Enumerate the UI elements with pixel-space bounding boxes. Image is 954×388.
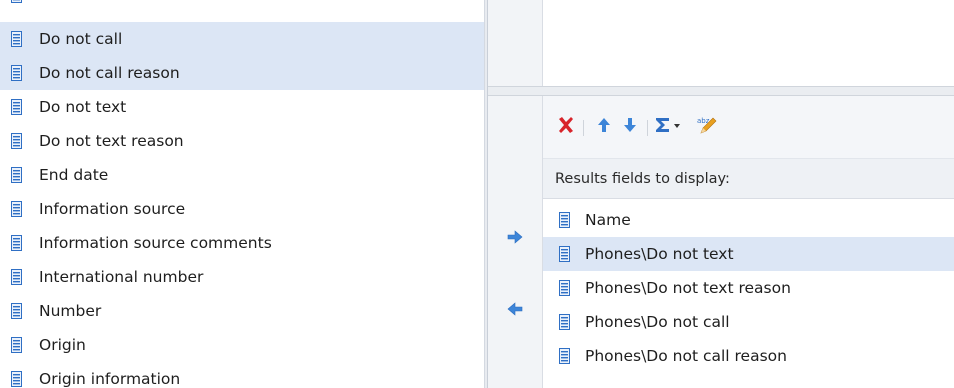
sigma-dropdown-icon bbox=[654, 116, 686, 138]
result-list-item[interactable]: Phones\Do not call reason bbox=[543, 339, 954, 373]
filter-pane bbox=[488, 0, 954, 86]
list-item-label: Information source comments bbox=[39, 234, 272, 252]
results-toolbar: abz bbox=[543, 96, 954, 159]
arrow-right-icon bbox=[507, 230, 523, 248]
result-list-item[interactable]: Phones\Do not text reason bbox=[543, 271, 954, 305]
field-icon bbox=[11, 235, 22, 251]
list-item[interactable]: Origin bbox=[0, 328, 484, 362]
field-icon bbox=[11, 31, 22, 47]
list-item[interactable] bbox=[0, 0, 484, 12]
result-item-label: Phones\Do not call bbox=[585, 313, 730, 331]
field-icon bbox=[559, 246, 570, 262]
list-item-label: End date bbox=[39, 166, 109, 184]
field-icon bbox=[11, 371, 22, 387]
results-panel: abz Results fields to display: Name Phon… bbox=[543, 96, 954, 388]
move-down-button[interactable] bbox=[619, 116, 641, 138]
delete-x-icon bbox=[557, 116, 575, 138]
field-icon bbox=[11, 65, 22, 81]
list-item-label: Do not call reason bbox=[39, 64, 180, 82]
field-icon bbox=[559, 348, 570, 364]
field-icon bbox=[11, 133, 22, 149]
result-item-label: Phones\Do not call reason bbox=[585, 347, 787, 365]
field-icon bbox=[11, 337, 22, 353]
list-item[interactable]: Information source comments bbox=[0, 226, 484, 260]
rename-button[interactable]: abz bbox=[695, 116, 719, 138]
list-item-label: Do not call bbox=[39, 30, 123, 48]
list-item[interactable]: Do not call bbox=[0, 22, 484, 56]
list-item-label: International number bbox=[39, 268, 204, 286]
list-item-label: Origin information bbox=[39, 370, 181, 388]
transfer-gutter bbox=[488, 96, 543, 388]
field-icon bbox=[559, 280, 570, 296]
field-icon bbox=[11, 303, 22, 319]
abc-pencil-rename-icon: abz bbox=[696, 115, 718, 139]
delete-button[interactable] bbox=[555, 116, 577, 138]
available-fields-list[interactable]: Do not call Do not call reason Do not te… bbox=[0, 0, 484, 388]
result-list-item[interactable]: Name bbox=[543, 203, 954, 237]
list-item-label: Do not text bbox=[39, 98, 127, 116]
field-icon bbox=[11, 269, 22, 285]
move-up-button[interactable] bbox=[593, 116, 615, 138]
results-header: Results fields to display: bbox=[543, 159, 954, 199]
list-item-label: Do not text reason bbox=[39, 132, 184, 150]
list-item[interactable]: Do not call reason bbox=[0, 56, 484, 90]
list-item-label: Number bbox=[39, 302, 102, 320]
horizontal-splitter[interactable] bbox=[488, 86, 954, 96]
arrow-left-icon bbox=[507, 302, 523, 320]
field-icon bbox=[559, 314, 570, 330]
list-item[interactable]: Information source bbox=[0, 192, 484, 226]
summarize-dropdown-button[interactable] bbox=[653, 116, 687, 138]
field-icon bbox=[11, 201, 22, 217]
results-header-label: Results fields to display: bbox=[555, 170, 730, 187]
result-list-item[interactable]: Phones\Do not call bbox=[543, 305, 954, 339]
list-item-label: Origin bbox=[39, 336, 86, 354]
result-item-label: Phones\Do not text reason bbox=[585, 279, 791, 297]
result-list-item[interactable]: Phones\Do not text bbox=[543, 237, 954, 271]
list-item[interactable]: Do not text reason bbox=[0, 124, 484, 158]
list-item-label: Information source bbox=[39, 200, 186, 218]
move-up-arrow-icon bbox=[597, 117, 611, 137]
add-field-button[interactable] bbox=[504, 230, 526, 248]
toolbar-separator bbox=[583, 120, 584, 136]
toolbar-separator bbox=[647, 120, 648, 136]
result-item-label: Name bbox=[585, 211, 631, 229]
list-item[interactable]: Do not text bbox=[0, 90, 484, 124]
field-icon bbox=[559, 212, 570, 228]
list-item[interactable]: International number bbox=[0, 260, 484, 294]
list-item[interactable]: Number bbox=[0, 294, 484, 328]
field-icon bbox=[11, 0, 22, 3]
list-item[interactable]: Origin information bbox=[0, 362, 484, 388]
field-icon bbox=[11, 99, 22, 115]
filter-pane-gutter bbox=[488, 0, 543, 86]
result-item-label: Phones\Do not text bbox=[585, 245, 734, 263]
field-icon bbox=[11, 167, 22, 183]
move-down-arrow-icon bbox=[623, 117, 637, 137]
list-item[interactable]: End date bbox=[0, 158, 484, 192]
remove-field-button[interactable] bbox=[504, 302, 526, 320]
